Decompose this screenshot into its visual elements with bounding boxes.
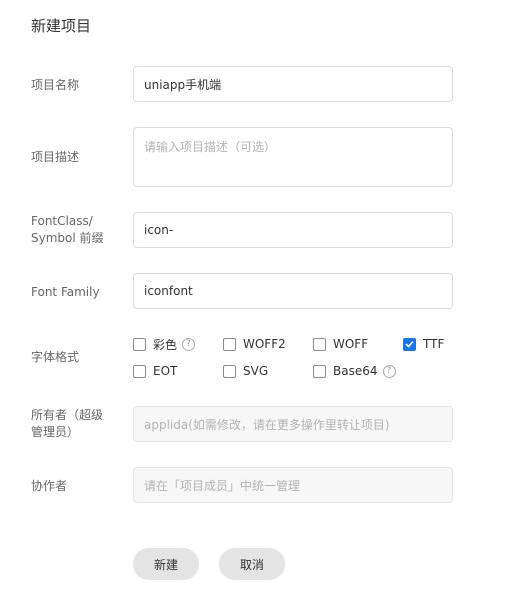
font-family-value: iconfont xyxy=(144,284,193,298)
checkbox[interactable] xyxy=(223,364,236,378)
checkbox[interactable] xyxy=(223,337,236,351)
option-label: Base64 xyxy=(333,364,378,378)
checkbox-checked[interactable] xyxy=(403,337,416,351)
collaborators-label: 协作者 xyxy=(31,479,68,493)
font-format-label: 字体格式 xyxy=(31,350,80,364)
font-family-input[interactable]: iconfont xyxy=(133,273,453,309)
format-option-woff2[interactable]: WOFF2 xyxy=(223,336,286,352)
create-button[interactable]: 新建 xyxy=(133,548,199,580)
help-icon[interactable]: ? xyxy=(382,364,396,378)
format-option-woff[interactable]: WOFF xyxy=(313,336,368,352)
checkbox[interactable] xyxy=(313,364,326,378)
option-label: TTF xyxy=(423,337,445,351)
format-option-base64[interactable]: Base64 ? xyxy=(313,363,396,379)
checkbox[interactable] xyxy=(133,337,146,351)
check-icon xyxy=(405,340,414,348)
project-name-input[interactable]: uniapp手机端 xyxy=(133,66,453,102)
font-class-input[interactable]: icon- xyxy=(133,212,453,248)
owner-label-line1: 所有者（超级 xyxy=(31,408,104,422)
dialog-title: 新建项目 xyxy=(31,17,92,35)
project-desc-placeholder: 请输入项目描述（可选） xyxy=(144,140,277,154)
option-label: EOT xyxy=(153,364,178,378)
option-label: WOFF2 xyxy=(243,337,286,351)
project-desc-label: 项目描述 xyxy=(31,150,80,164)
help-icon[interactable]: ? xyxy=(182,337,196,351)
option-label: WOFF xyxy=(333,337,369,351)
option-label: SVG xyxy=(243,364,269,378)
format-option-color[interactable]: 彩色 ? xyxy=(133,336,196,352)
font-class-label-line2: Symbol 前缀 xyxy=(31,231,104,245)
collaborators-placeholder: 请在「项目成员」中统一管理 xyxy=(144,478,301,493)
owner-placeholder: applida(如需修改，请在更多操作里转让项目) xyxy=(144,417,390,432)
checkbox[interactable] xyxy=(133,364,146,378)
project-name-value: uniapp手机端 xyxy=(144,77,222,92)
project-desc-textarea[interactable]: 请输入项目描述（可选） xyxy=(133,127,453,187)
project-name-label: 项目名称 xyxy=(31,78,80,92)
format-option-svg[interactable]: SVG xyxy=(223,363,268,379)
owner-label-line2: 管理员） xyxy=(31,425,80,439)
font-class-value: icon- xyxy=(144,223,174,237)
owner-label: 所有者（超级 管理员） xyxy=(31,407,103,441)
collaborators-input: 请在「项目成员」中统一管理 xyxy=(133,467,453,503)
format-option-eot[interactable]: EOT xyxy=(133,363,177,379)
font-class-label: FontClass/ Symbol 前缀 xyxy=(31,213,104,247)
cancel-button[interactable]: 取消 xyxy=(219,548,285,580)
owner-input: applida(如需修改，请在更多操作里转让项目) xyxy=(133,406,453,442)
new-project-dialog: 新建项目 项目名称 uniapp手机端 项目描述 请输入项目描述（可选） Fon… xyxy=(0,0,528,606)
format-option-ttf[interactable]: TTF xyxy=(403,336,444,352)
font-class-label-line1: FontClass/ xyxy=(31,214,93,228)
checkbox[interactable] xyxy=(313,337,326,351)
font-family-label: Font Family xyxy=(31,285,100,299)
option-label: 彩色 xyxy=(153,337,178,352)
